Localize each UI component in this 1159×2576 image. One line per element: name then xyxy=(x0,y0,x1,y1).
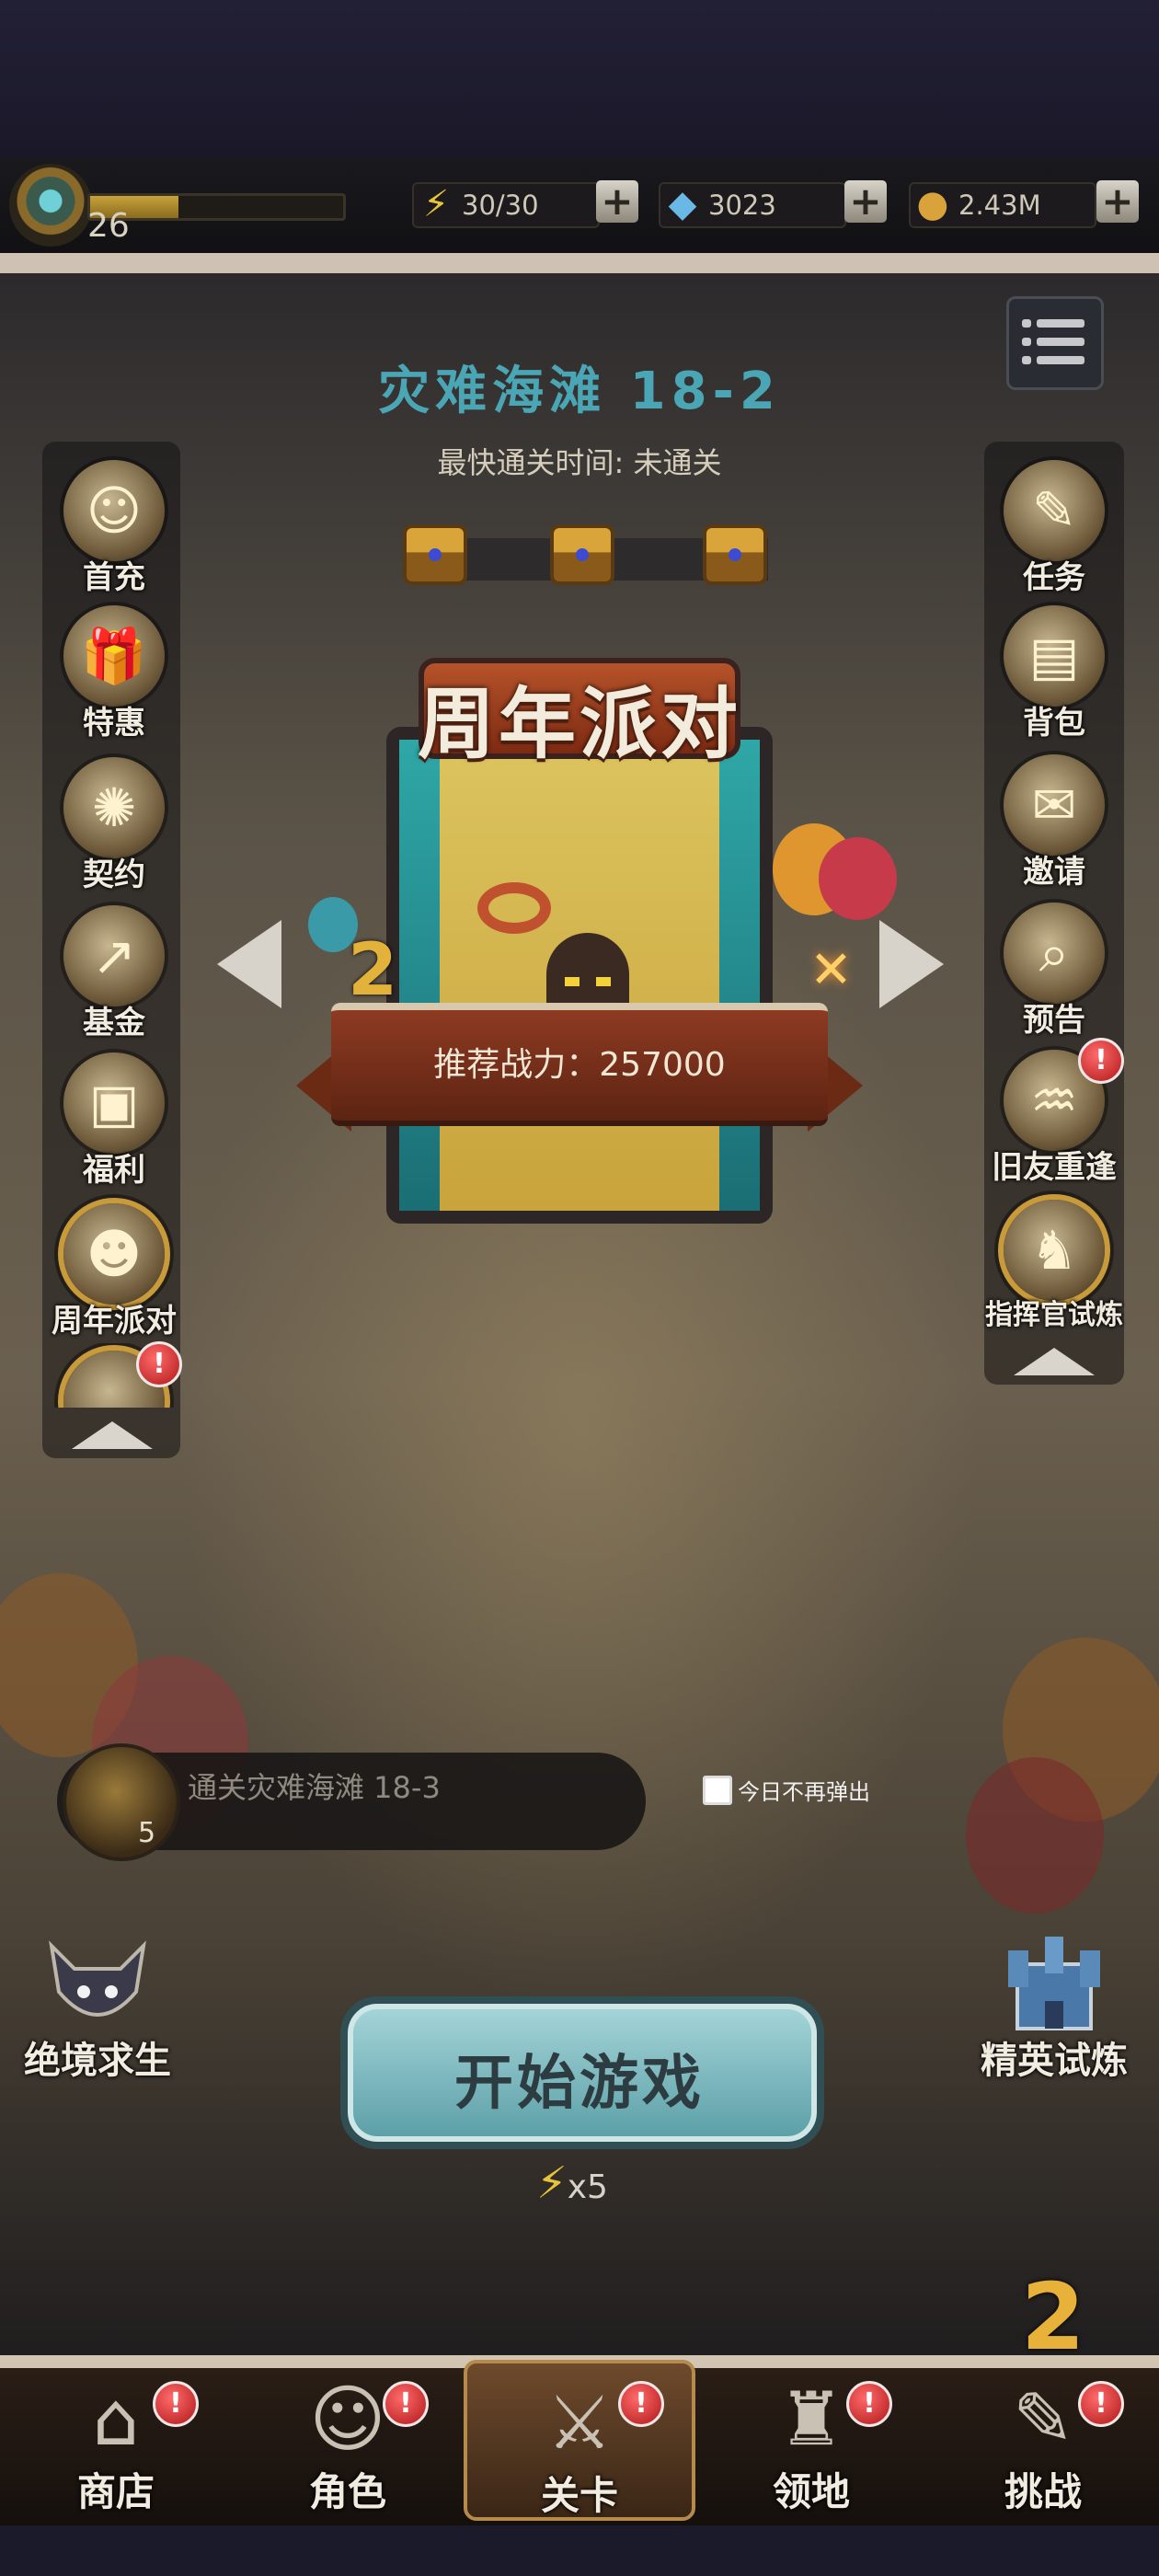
start-game-label: 开始游戏 xyxy=(454,2050,705,2118)
player-level: 26 xyxy=(87,207,130,245)
ice-castle-icon xyxy=(990,1927,1119,2047)
notification-badge-icon: ! xyxy=(618,2381,664,2427)
tab-stages[interactable]: ⚔ 关卡 xyxy=(464,2360,695,2521)
float-ring-icon xyxy=(477,882,551,934)
notification-badge-icon: ! xyxy=(383,2381,429,2427)
fund-coins-icon: ↗ xyxy=(63,905,165,1006)
gold-coin-icon: ● xyxy=(916,183,949,225)
challenge-map-icon: ✎ xyxy=(1012,2376,1074,2462)
game-screen: 26 ⚡ 30/30 + ◆ 3023 + ● 2.43M + 灾难海滩 18-… xyxy=(0,0,1159,2576)
collapse-right-menu-arrow-icon[interactable] xyxy=(1014,1348,1095,1375)
notification-badge-icon: ! xyxy=(846,2381,892,2427)
previous-stage-arrow-icon[interactable] xyxy=(217,920,281,1008)
gem-value: 3023 xyxy=(708,190,776,221)
character-portrait-icon: ☺ xyxy=(63,460,165,561)
magnifier-book-icon: ⌕ xyxy=(1004,903,1105,1004)
reward-chest-icon[interactable] xyxy=(703,524,767,585)
energy-cost: ⚡x5 xyxy=(536,2157,608,2209)
top-backdrop xyxy=(0,0,1159,156)
add-gems-button[interactable]: + xyxy=(844,180,887,223)
lightning-icon: ⚡ xyxy=(422,183,450,225)
notification-badge-icon: ! xyxy=(1078,2381,1124,2427)
reward-chest-icon[interactable] xyxy=(403,524,467,585)
balloon-icon xyxy=(819,837,897,920)
quest-reward-count: 5 xyxy=(138,1817,156,1849)
hero-icon: ☺ xyxy=(309,2376,386,2462)
castle-icon: ♜ xyxy=(778,2376,844,2462)
notification-badge-icon: ! xyxy=(153,2381,199,2427)
gem-counter: ◆ 3023 xyxy=(659,182,846,228)
system-bottom-strip xyxy=(0,2525,1159,2576)
anniversary-number: 2 xyxy=(348,929,398,1012)
tab-shop[interactable]: ⌂ 商店 xyxy=(0,2360,232,2521)
energy-counter: ⚡ 30/30 xyxy=(412,182,600,228)
horned-demon-icon xyxy=(33,1927,162,2047)
tab-territory[interactable]: ♜ 领地 xyxy=(695,2360,927,2521)
event-title: 周年派对 xyxy=(417,679,741,769)
add-energy-button[interactable]: + xyxy=(596,180,638,223)
notification-badge-icon: ! xyxy=(136,1341,182,1387)
balloon-icon xyxy=(966,1757,1104,1914)
reward-chest-icon[interactable] xyxy=(550,524,614,585)
gold-value: 2.43M xyxy=(958,190,1041,221)
quest-text: 通关灾难海滩 18-3 xyxy=(188,1770,441,1805)
right-menu-commander-trial[interactable]: ♞ 指挥官试炼 xyxy=(971,1192,1137,1331)
left-menu-fund[interactable]: ↗ 基金 xyxy=(31,898,197,1041)
party-characters-icon: ☻ xyxy=(63,1203,165,1305)
energy-value: 30/30 xyxy=(462,190,539,221)
lightning-icon: ⚡ xyxy=(536,2157,568,2209)
player-level-emblem-icon[interactable] xyxy=(9,164,92,247)
collapse-left-menu-arrow-icon[interactable] xyxy=(72,1421,153,1449)
tab-character[interactable]: ☺ 角色 xyxy=(232,2360,464,2521)
add-gold-button[interactable]: + xyxy=(1096,180,1139,223)
quest-scroll-icon: ✎ xyxy=(1004,460,1105,561)
hooded-commander-icon: ♞ xyxy=(1004,1200,1105,1301)
right-menu-preview[interactable]: ⌕ 预告 xyxy=(971,895,1137,1039)
left-menu-anniversary-party[interactable]: ☻ 周年派对 xyxy=(31,1196,197,1340)
sparkle-icon: ✕ xyxy=(809,940,853,1000)
shop-stall-icon: ⌂ xyxy=(92,2376,140,2462)
stage-title: 灾难海滩 18-2 xyxy=(378,362,781,421)
tab-challenge[interactable]: ✎ 挑战 xyxy=(927,2360,1159,2521)
left-menu-first-recharge[interactable]: ☺ 首充 xyxy=(31,453,197,596)
no-popup-label: 今日不再弹出 xyxy=(738,1779,870,1805)
next-stage-arrow-icon[interactable] xyxy=(879,920,944,1008)
event-stage-card[interactable] xyxy=(386,727,773,1224)
gold-counter: ● 2.43M xyxy=(909,182,1096,228)
right-menu-quests[interactable]: ✎ 任务 xyxy=(971,453,1137,596)
gem-reward-icon xyxy=(63,1743,180,1861)
recommended-power: 推荐战力：257000 xyxy=(433,1046,726,1084)
diamond-icon: ◆ xyxy=(668,183,697,225)
no-popup-checkbox[interactable] xyxy=(703,1776,732,1805)
crossed-swords-icon: ⚔ xyxy=(546,2380,613,2466)
